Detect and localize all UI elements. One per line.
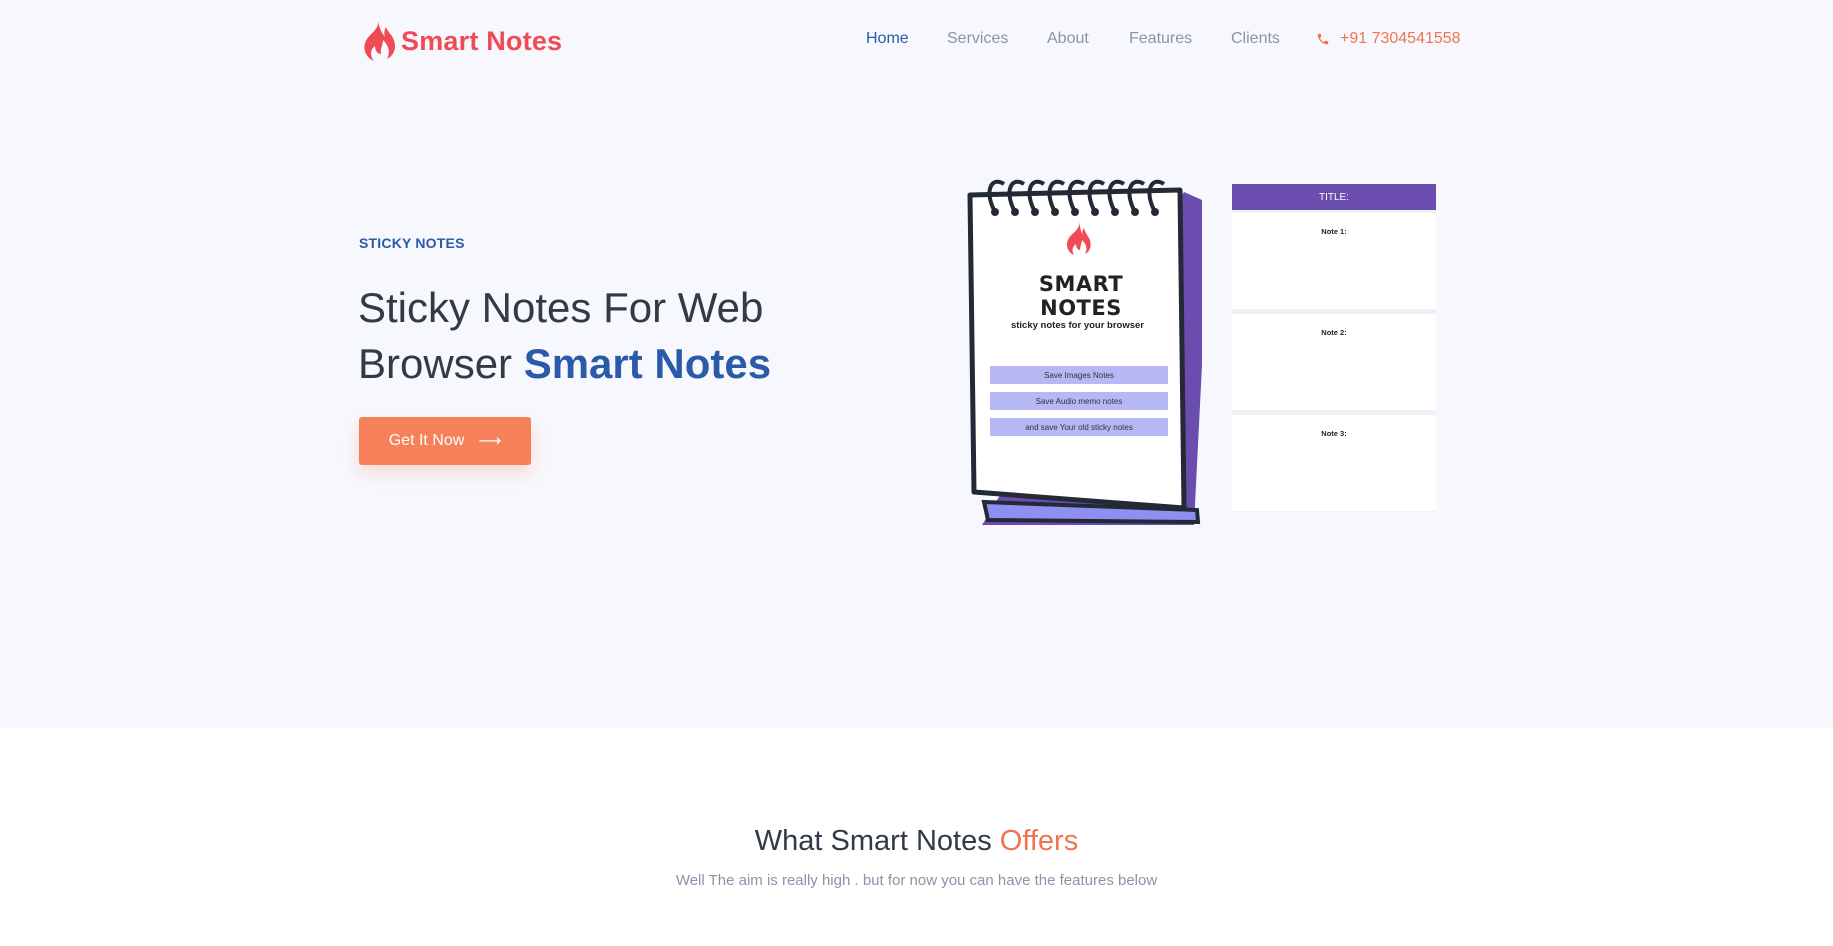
main-nav: Home Services About Features Clients — [0, 30, 1833, 54]
notepad-illustration — [967, 179, 1202, 525]
hero-headline: Sticky Notes For Web Browser Smart Notes — [358, 280, 771, 392]
note-3: Note 3: — [1232, 415, 1436, 511]
get-it-now-button[interactable]: Get It Now ⟶ — [359, 417, 531, 465]
note-2-label: Note 2: — [1321, 328, 1347, 337]
notes-card-illustration: TITLE: Note 1: Note 2: Note 3: — [1232, 184, 1436, 512]
headline-line2: Browser — [358, 340, 524, 387]
card-title: TITLE: — [1232, 184, 1436, 210]
phone-link[interactable]: +91 7304541558 — [1316, 30, 1461, 48]
headline-accent: Smart Notes — [523, 340, 772, 387]
hero-section — [0, 0, 1833, 728]
headline-line1: Sticky Notes For Web — [358, 284, 764, 331]
nav-home[interactable]: Home — [866, 30, 909, 48]
pad-button-old: and save Your old sticky notes — [990, 418, 1168, 436]
note-2: Note 2: — [1232, 314, 1436, 410]
offers-title-accent: Offers — [999, 825, 1079, 857]
note-1-label: Note 1: — [1321, 227, 1347, 236]
pad-subtitle: sticky notes for your browser — [1010, 320, 1145, 331]
offers-title-main: What Smart Notes — [754, 825, 1000, 857]
nav-features[interactable]: Features — [1129, 30, 1192, 48]
pad-button-images: Save Images Notes — [990, 366, 1168, 384]
pad-button-audio: Save Audio memo notes — [990, 392, 1168, 410]
offers-subtitle: Well The aim is really high . but for no… — [675, 872, 1158, 889]
phone-icon — [1317, 33, 1329, 45]
phone-number: +91 7304541558 — [1340, 30, 1461, 47]
note-1: Note 1: — [1232, 213, 1436, 309]
pad-title: SMART NOTES — [1038, 272, 1124, 320]
offers-title: What Smart Notes Offers — [0, 825, 1833, 858]
cta-label: Get It Now — [388, 432, 465, 449]
hero-eyebrow: STICKY NOTES — [359, 235, 465, 251]
arrow-right-icon: ⟶ — [478, 433, 502, 450]
nav-about[interactable]: About — [1047, 30, 1089, 48]
note-3-label: Note 3: — [1321, 429, 1347, 438]
nav-services[interactable]: Services — [947, 30, 1008, 48]
nav-clients[interactable]: Clients — [1231, 30, 1280, 48]
